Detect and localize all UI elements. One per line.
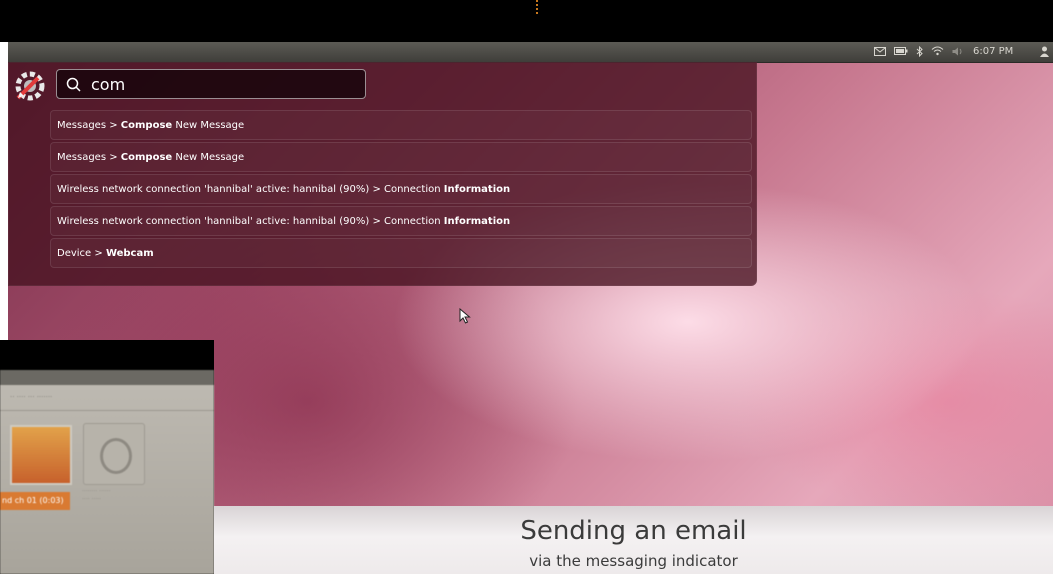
placeholder-tile xyxy=(83,423,145,485)
hud-result-row[interactable]: Messages > Compose New Message xyxy=(50,142,752,172)
clock-label[interactable]: 6:07 PM xyxy=(973,42,1013,62)
mail-icon[interactable] xyxy=(874,42,886,62)
caption-subtitle: via the messaging indicator xyxy=(529,552,738,570)
top-black-bar xyxy=(0,0,1053,42)
search-box[interactable] xyxy=(56,69,366,99)
bfb-logo-icon[interactable] xyxy=(12,70,48,102)
search-input[interactable] xyxy=(91,73,351,95)
battery-icon[interactable] xyxy=(894,42,908,62)
wifi-icon[interactable] xyxy=(931,42,944,62)
selected-item-label: nd ch 01 (0:03) xyxy=(0,492,70,510)
user-icon[interactable] xyxy=(1040,42,1049,62)
search-icon xyxy=(66,77,82,97)
tile-caption: ········ ······ ···· ····· xyxy=(82,488,111,503)
thumbnail-window: ·· ···· ··· ······· nd ch 01 (0:03) ····… xyxy=(0,370,214,574)
orange-marker xyxy=(536,0,538,14)
thumbnail-divider xyxy=(0,410,214,411)
hud-result-row[interactable]: Messages > Compose New Message xyxy=(50,110,752,140)
hud-result-row[interactable]: Wireless network connection 'hannibal' a… xyxy=(50,174,752,204)
hud-result-row[interactable]: Device > Webcam xyxy=(50,238,752,268)
hud-results-list: Messages > Compose New Message Messages … xyxy=(50,110,752,270)
hud-result-row[interactable]: Wireless network connection 'hannibal' a… xyxy=(50,206,752,236)
caption-title: Sending an email xyxy=(520,516,747,546)
thumbnail-toolbar xyxy=(0,370,214,385)
top-panel: 6:07 PM xyxy=(8,42,1053,63)
mouse-pointer-icon xyxy=(459,307,471,328)
caption-banner: Sending an email via the messaging indic… xyxy=(214,506,1053,574)
volume-icon[interactable] xyxy=(952,42,964,62)
album-art-tile xyxy=(10,425,72,485)
bluetooth-icon[interactable] xyxy=(916,42,923,62)
thumbnail-breadcrumb: ·· ···· ··· ······· xyxy=(10,393,53,401)
video-thumbnail: ·· ···· ··· ······· nd ch 01 (0:03) ····… xyxy=(0,340,214,574)
placeholder-icon xyxy=(100,438,132,474)
